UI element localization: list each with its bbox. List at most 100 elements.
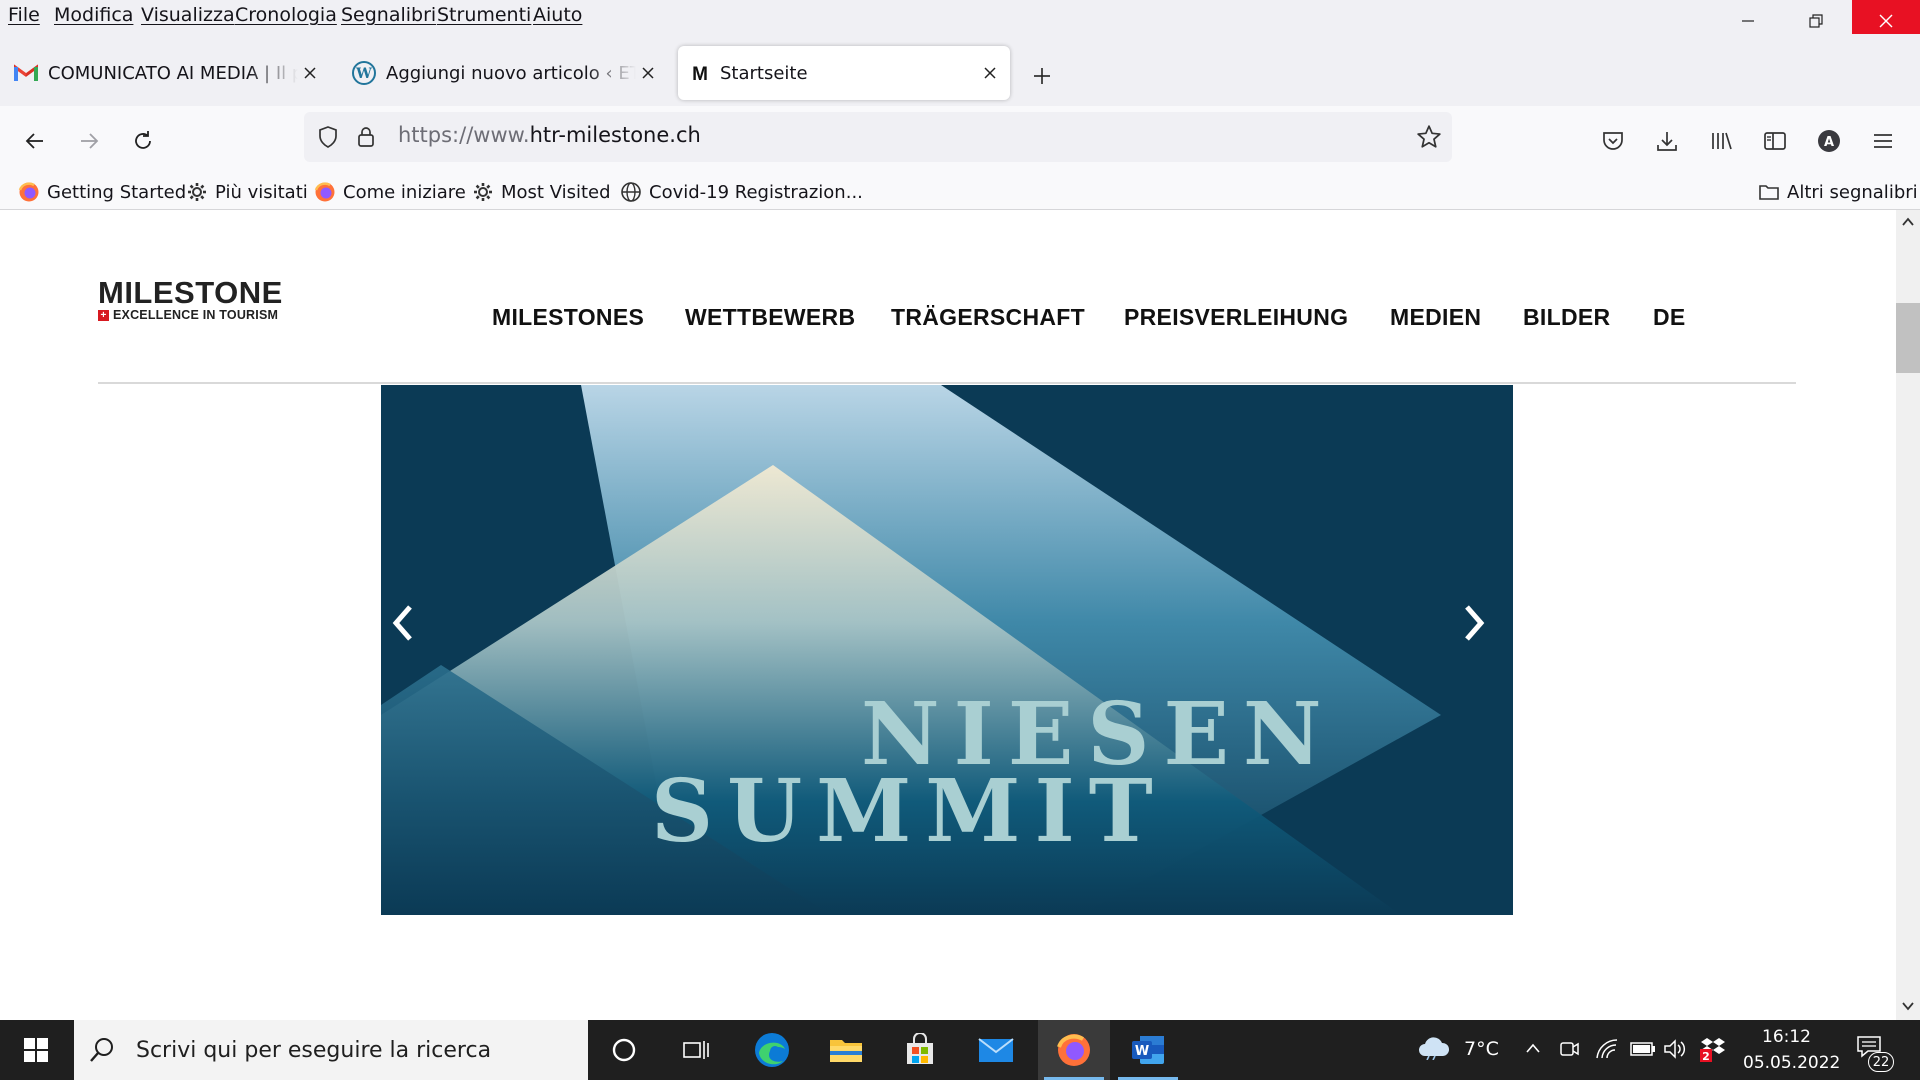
scrollbar-thumb[interactable] bbox=[1896, 303, 1920, 373]
slider-prev-button[interactable] bbox=[391, 603, 431, 663]
library-button[interactable] bbox=[1700, 120, 1742, 162]
pocket-icon bbox=[1603, 132, 1623, 150]
clock-time[interactable]: 16:12 bbox=[1762, 1027, 1811, 1047]
store-icon bbox=[907, 1033, 933, 1064]
svg-text:A: A bbox=[1824, 135, 1834, 150]
nav-bilder[interactable]: BILDER bbox=[1523, 304, 1610, 331]
swiss-cross-icon: + bbox=[98, 309, 109, 321]
weather-temperature[interactable]: 7°C bbox=[1464, 1038, 1499, 1060]
tab-wordpress[interactable]: W Aggiungi nuovo articolo ‹ ETiCinema bbox=[340, 46, 668, 100]
taskbar-store[interactable] bbox=[884, 1020, 956, 1080]
download-icon bbox=[1657, 132, 1677, 151]
shield-icon[interactable] bbox=[316, 125, 340, 149]
taskbar-word[interactable]: W bbox=[1112, 1020, 1184, 1080]
slider-next-button[interactable] bbox=[1462, 603, 1502, 663]
nav-milestones[interactable]: MILESTONES bbox=[492, 304, 644, 331]
app-menu-button[interactable] bbox=[1862, 120, 1904, 162]
tab-strip: COMUNICATO AI MEDIA | Il premio W Aggiun… bbox=[0, 34, 1920, 106]
edge-icon bbox=[755, 1033, 789, 1067]
bookmark-label: Getting Started bbox=[47, 181, 187, 203]
forward-button[interactable] bbox=[68, 120, 110, 162]
tab-close-button[interactable] bbox=[980, 63, 1000, 83]
start-button[interactable] bbox=[0, 1020, 72, 1080]
bookmark-covid-registrazione[interactable]: Covid-19 Registrazion... bbox=[620, 178, 863, 206]
logo-wordmark: MILESTONE bbox=[98, 275, 283, 310]
taskbar-mail[interactable] bbox=[960, 1020, 1032, 1080]
reload-button[interactable] bbox=[122, 120, 164, 162]
speaker-icon bbox=[1664, 1039, 1686, 1059]
dropbox-badge-count: 2 bbox=[1702, 1050, 1710, 1062]
bookmark-star-icon[interactable] bbox=[1416, 124, 1442, 150]
plus-icon bbox=[1034, 68, 1050, 84]
cortana-button[interactable] bbox=[588, 1020, 660, 1080]
tab-close-button[interactable] bbox=[638, 63, 658, 83]
tab-gmail[interactable]: COMUNICATO AI MEDIA | Il premio bbox=[2, 46, 330, 100]
svg-text:W: W bbox=[1135, 1044, 1149, 1059]
task-view-icon bbox=[683, 1041, 709, 1059]
menu-visualizza[interactable]: Visualizza bbox=[141, 4, 235, 26]
tray-overflow-button[interactable] bbox=[1520, 1036, 1546, 1062]
svg-text:W: W bbox=[355, 66, 372, 82]
nav-wettbewerb[interactable]: WETTBEWERB bbox=[685, 304, 855, 331]
bookmark-most-visited[interactable]: Most Visited bbox=[472, 178, 611, 206]
taskbar-firefox[interactable] bbox=[1038, 1020, 1110, 1080]
tab-title: COMUNICATO AI MEDIA | Il premio bbox=[48, 62, 298, 84]
arrow-right-icon bbox=[81, 133, 99, 149]
menu-strumenti[interactable]: Strumenti bbox=[437, 4, 531, 26]
clock-date[interactable]: 05.05.2022 bbox=[1743, 1053, 1840, 1073]
close-icon bbox=[642, 67, 654, 79]
library-icon bbox=[1712, 132, 1732, 150]
scroll-up-icon[interactable] bbox=[1900, 214, 1916, 230]
hamburger-menu-icon bbox=[1874, 134, 1892, 148]
folder-icon bbox=[830, 1040, 862, 1062]
windows-logo-icon bbox=[24, 1038, 48, 1062]
menu-cronologia[interactable]: Cronologia bbox=[235, 4, 337, 26]
tab-close-button[interactable] bbox=[300, 63, 320, 83]
address-bar[interactable]: https://www.htr-milestone.ch bbox=[304, 112, 1452, 162]
new-tab-button[interactable] bbox=[1024, 58, 1060, 94]
site-logo[interactable]: MILESTONE + EXCELLENCE IN TOURISM bbox=[98, 275, 283, 322]
bookmarks-toolbar: Getting Started Più visitati Come inizia… bbox=[0, 176, 1920, 210]
sidebar-button[interactable] bbox=[1754, 120, 1796, 162]
bookmark-piu-visitati[interactable]: Più visitati bbox=[186, 178, 308, 206]
account-button[interactable]: A bbox=[1808, 120, 1850, 162]
url-text[interactable]: https://www.htr-milestone.ch bbox=[398, 123, 701, 147]
page-scrollbar[interactable] bbox=[1896, 210, 1920, 1020]
nav-medien[interactable]: MEDIEN bbox=[1390, 304, 1481, 331]
nav-preisverleihung[interactable]: PREISVERLEIHUNG bbox=[1124, 304, 1348, 331]
lock-icon[interactable] bbox=[354, 125, 378, 149]
bookmark-getting-started[interactable]: Getting Started bbox=[18, 178, 186, 206]
bookmark-label: Come iniziare bbox=[343, 181, 466, 203]
weather-widget[interactable] bbox=[1416, 1034, 1452, 1060]
task-view-button[interactable] bbox=[660, 1020, 732, 1080]
restore-icon bbox=[1809, 14, 1823, 28]
tray-volume[interactable] bbox=[1662, 1036, 1688, 1062]
menu-aiuto[interactable]: Aiuto bbox=[533, 4, 582, 26]
nav-language-de[interactable]: DE bbox=[1653, 304, 1686, 331]
svg-text:M: M bbox=[692, 64, 708, 83]
taskbar-edge[interactable] bbox=[736, 1020, 808, 1080]
bookmark-come-iniziare[interactable]: Come iniziare bbox=[314, 178, 466, 206]
back-button[interactable] bbox=[14, 120, 56, 162]
url-prefix: https://www. bbox=[398, 123, 530, 147]
tray-battery[interactable] bbox=[1630, 1036, 1656, 1062]
tray-meet-now[interactable] bbox=[1556, 1036, 1582, 1062]
taskbar-search-box[interactable]: Scrivi qui per eseguire la ricerca bbox=[74, 1020, 588, 1080]
menu-modifica[interactable]: Modifica bbox=[54, 4, 133, 26]
tray-wifi[interactable] bbox=[1594, 1036, 1620, 1062]
sidebar-icon bbox=[1764, 132, 1786, 150]
firefox-icon bbox=[1057, 1034, 1090, 1066]
windows-taskbar: Scrivi qui per eseguire la ricerca W 7°C bbox=[0, 1020, 1920, 1080]
tray-dropbox[interactable]: 2 bbox=[1700, 1036, 1726, 1062]
pocket-button[interactable] bbox=[1592, 120, 1634, 162]
menu-segnalibri[interactable]: Segnalibri bbox=[341, 4, 436, 26]
nav-traegerschaft[interactable]: TRÄGERSCHAFT bbox=[891, 304, 1085, 331]
menu-file[interactable]: File bbox=[8, 4, 40, 26]
cortana-circle-icon bbox=[612, 1038, 636, 1062]
taskbar-file-explorer[interactable] bbox=[810, 1020, 882, 1080]
tab-startseite[interactable]: M Startseite bbox=[678, 46, 1010, 100]
other-bookmarks-folder[interactable]: Altri segnalibri bbox=[1758, 178, 1918, 206]
wifi-icon bbox=[1596, 1039, 1618, 1059]
scroll-down-icon[interactable] bbox=[1900, 998, 1916, 1014]
downloads-button[interactable] bbox=[1646, 120, 1688, 162]
